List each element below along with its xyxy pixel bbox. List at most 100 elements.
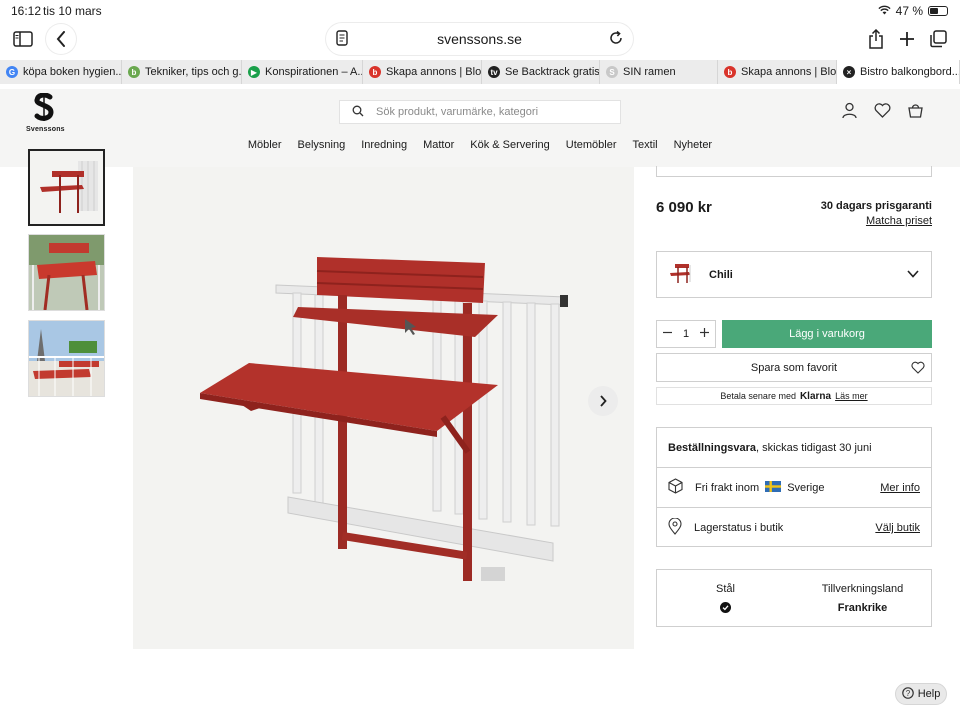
wifi-icon [878,4,891,18]
tab-label: Se Backtrack gratis... [505,66,600,78]
logo-text: Svenssons [26,126,65,133]
availability-row: Beställningsvara, skickas tidigast 30 ju… [657,428,931,468]
quantity-stepper[interactable]: 1 [656,320,716,348]
chevron-right-icon [600,395,607,407]
logo-mark-icon [34,92,54,121]
close-icon[interactable]: × [843,66,855,78]
add-to-cart-button[interactable]: Lägg i varukorg [722,320,932,348]
quantity-value[interactable]: 1 [683,328,689,340]
search-icon [352,105,364,120]
klarna-read-more-link[interactable]: Läs mer [835,391,868,401]
heart-icon[interactable] [874,102,891,124]
status-date: tis 10 mars [43,4,102,18]
nav-item[interactable]: Mattor [415,139,462,151]
variant-select[interactable]: Chili [656,251,932,298]
location-pin-icon [668,517,682,538]
spec-origin: Tillverkningsland Frankrike [794,570,931,626]
nav-item[interactable]: Belysning [290,139,354,151]
search-placeholder: Sök produkt, varumärke, kategori [376,106,539,118]
more-info-link[interactable]: Mer info [880,482,920,494]
tab-label: SIN ramen [623,66,676,78]
browser-tab[interactable]: S SIN ramen [600,60,718,84]
collapsed-section-edge [656,166,932,177]
nav-item[interactable]: Möbler [240,139,290,151]
play-icon: ▶ [248,66,260,78]
status-time: 16:12 [11,4,42,18]
shipping-text: Fri frakt inom [695,481,760,494]
spec-material-label: Stål [716,583,735,595]
klarna-banner: Betala senare med Klarna Läs mer [656,387,932,405]
sweden-flag-icon [765,480,782,495]
user-icon[interactable] [841,102,858,124]
price-guarantee-title: 30 dagars prisgaranti [820,200,932,212]
nav-item[interactable]: Utemöbler [558,139,625,151]
package-icon [668,478,683,497]
tv-icon: tv [488,66,500,78]
browser-tab[interactable]: b Skapa annons | Blo... [363,60,482,84]
save-favorite-button[interactable]: Spara som favorit [656,353,932,382]
nav-item[interactable]: Inredning [353,139,415,151]
help-icon: ? [901,686,914,702]
new-tab-icon[interactable] [892,24,922,54]
site-icon: b [128,66,140,78]
status-bar: 16:12 tis 10 mars 47 % [0,0,960,22]
tab-label: Tekniker, tips och g... [145,66,242,78]
decrease-icon[interactable] [663,328,672,340]
tab-label: Skapa annons | Blo... [741,66,837,78]
variant-label: Chili [709,268,733,281]
thumbnail-2[interactable] [28,234,105,311]
share-icon[interactable] [861,24,891,54]
browser-tab[interactable]: × Bistro balkongbord... [837,60,960,84]
spec-origin-value: Frankrike [837,602,888,614]
blocket-icon: b [369,66,381,78]
tabs-overview-icon[interactable] [923,24,953,54]
next-image-button[interactable] [588,386,618,416]
klarna-logo: Klarna [799,390,832,402]
klarna-prefix: Betala senare med [720,391,796,401]
thumbnail-1[interactable] [28,149,105,226]
svg-text:?: ? [905,689,910,698]
availability-detail: , skickas tidigast 30 juni [756,441,872,454]
battery-percent: 47 % [895,4,923,18]
basket-icon[interactable] [907,102,924,124]
spec-material: Stål [657,570,794,626]
page-menu-icon[interactable] [334,29,350,50]
spec-origin-label: Tillverkningsland [821,583,904,595]
increase-icon[interactable] [700,328,709,340]
nav-item[interactable]: Kök & Servering [462,139,557,151]
browser-toolbar: svenssons.se [0,22,960,58]
svenssons-logo[interactable]: Svenssons [26,92,65,133]
status-right: 47 % [878,4,948,18]
reload-icon[interactable] [607,29,625,50]
browser-tab[interactable]: ▶ Konspirationen – A... [242,60,363,84]
main-nav: Möbler Belysning Inredning Mattor Kök & Serv… [0,139,960,151]
nav-item[interactable]: Textil [625,139,666,151]
google-icon: G [6,66,18,78]
chevron-down-icon [907,269,919,281]
url-bar[interactable]: svenssons.se [326,23,633,55]
tab-label: Skapa annons | Blo... [386,66,482,78]
help-button[interactable]: ? Help [895,683,947,705]
tab-strip: Gköpa boken hygien... b Tekniker, tips och… [0,60,960,84]
sidebar-toggle-icon[interactable] [8,24,38,54]
tab-label: köpa boken hygien... [23,66,122,78]
nav-item[interactable]: Nyheter [666,139,721,151]
browser-tab[interactable]: Gköpa boken hygien... [0,60,122,84]
url-text: svenssons.se [437,31,522,47]
thumbnail-3[interactable] [28,320,105,397]
search-input[interactable]: Sök produkt, varumärke, kategori [339,100,621,124]
back-button[interactable] [46,24,76,54]
blocket-icon: b [724,66,736,78]
save-favorite-label: Spara som favorit [750,361,838,374]
choose-store-link[interactable]: Välj butik [875,522,920,534]
battery-icon [928,6,948,16]
browser-tab[interactable]: b Skapa annons | Blo... [718,60,837,84]
browser-tab[interactable]: tv Se Backtrack gratis... [482,60,600,84]
shipping-country: Sverige [787,481,825,494]
product-price: 6 090 kr [656,199,712,216]
help-label: Help [917,688,941,700]
browser-tab[interactable]: b Tekniker, tips och g... [122,60,242,84]
stock-text: Lagerstatus i butik [694,522,784,534]
chevron-left-icon [56,31,65,47]
match-price-link[interactable]: Matcha priset [821,215,932,227]
